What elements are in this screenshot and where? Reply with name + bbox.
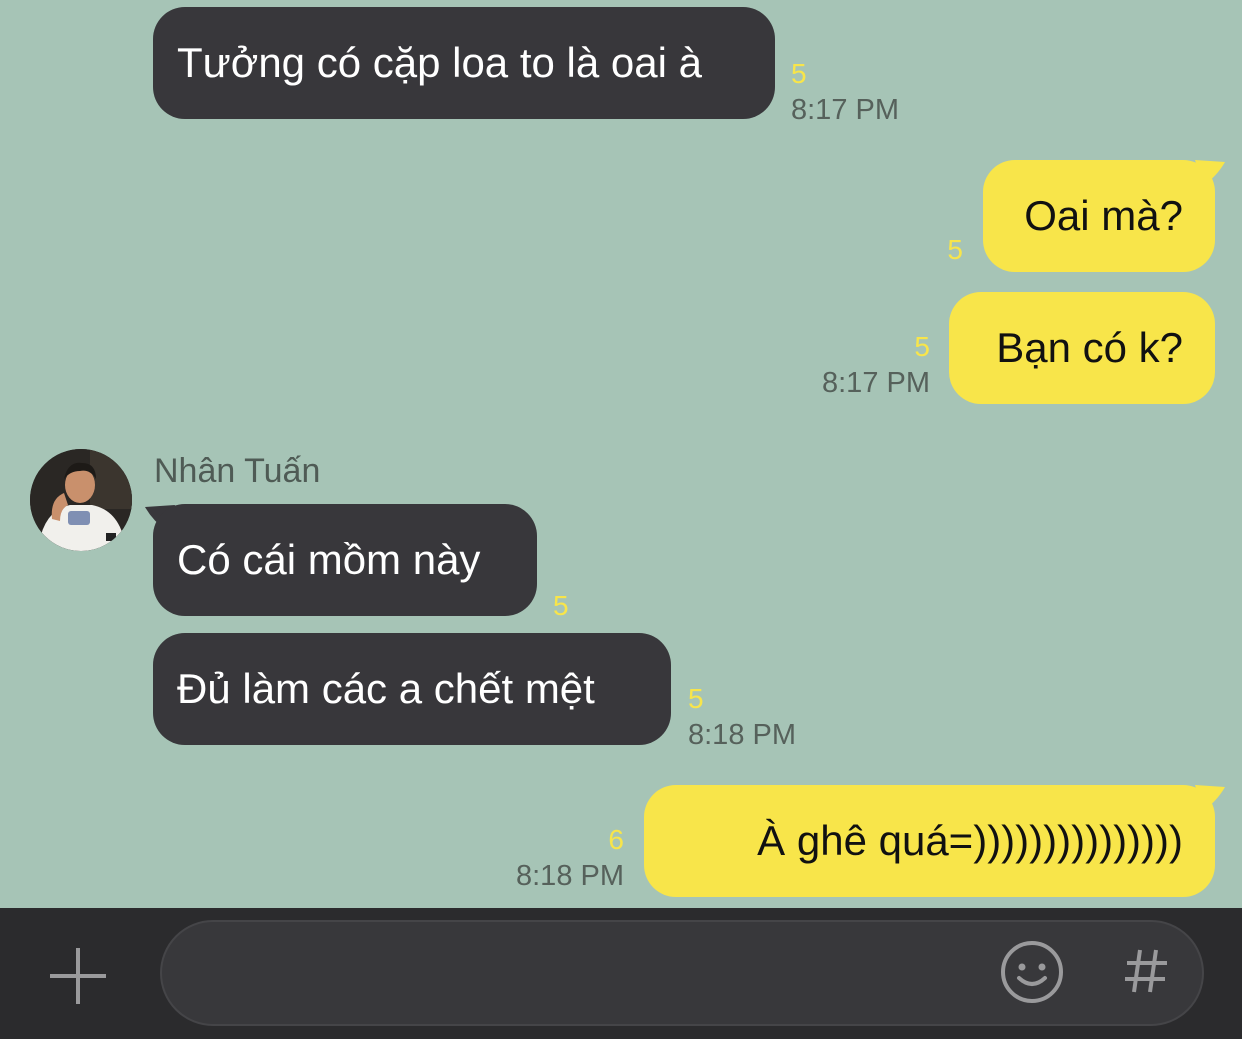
bubble-tail [1195, 785, 1225, 811]
message-bubble-outgoing[interactable]: Oai mà? [983, 160, 1215, 272]
timestamp: 8:18 PM [688, 719, 796, 751]
sender-name: Nhân Tuấn [154, 452, 321, 490]
unread-count: 6 [608, 824, 624, 855]
message-meta: 5 [553, 592, 569, 620]
message-meta: 5 8:17 PM [791, 60, 899, 125]
bubble-tail [1195, 160, 1225, 186]
message-bubble-incoming[interactable]: Tưởng có cặp loa to là oai à [153, 7, 775, 119]
unread-count: 5 [791, 58, 807, 89]
message-meta: 5 8:18 PM [688, 685, 796, 750]
unread-count: 5 [688, 683, 704, 714]
message-text: Có cái mồm này [177, 536, 481, 583]
message-meta: 5 [947, 236, 963, 264]
avatar-photo [30, 449, 132, 551]
message-bubble-outgoing[interactable]: Bạn có k? [949, 292, 1215, 404]
message-bubble-incoming[interactable]: Đủ làm các a chết mệt [153, 633, 671, 745]
unread-count: 5 [553, 590, 569, 621]
message-text: À ghê quá=))))))))))))))) [757, 817, 1183, 864]
timestamp: 8:17 PM [822, 367, 930, 399]
message-bubble-incoming[interactable]: Có cái mồm này [153, 504, 537, 616]
hashtag-icon[interactable] [1121, 946, 1171, 996]
message-bubble-outgoing[interactable]: À ghê quá=))))))))))))))) [644, 785, 1215, 897]
message-text: Oai mà? [1024, 192, 1183, 239]
chat-area[interactable]: Tưởng có cặp loa to là oai à 5 8:17 PM O… [0, 0, 1242, 908]
unread-count: 5 [947, 234, 963, 265]
message-meta: 5 8:17 PM [822, 333, 930, 398]
avatar[interactable] [30, 449, 132, 551]
unread-count: 5 [914, 331, 930, 362]
timestamp: 8:18 PM [516, 860, 624, 892]
plus-icon[interactable] [48, 946, 108, 1006]
message-meta: 6 8:18 PM [516, 826, 624, 891]
message-text: Bạn có k? [996, 324, 1183, 371]
message-text: Tưởng có cặp loa to là oai à [177, 39, 702, 86]
emoji-icon[interactable] [1000, 940, 1064, 1004]
timestamp: 8:17 PM [791, 94, 899, 126]
message-text: Đủ làm các a chết mệt [177, 665, 595, 712]
